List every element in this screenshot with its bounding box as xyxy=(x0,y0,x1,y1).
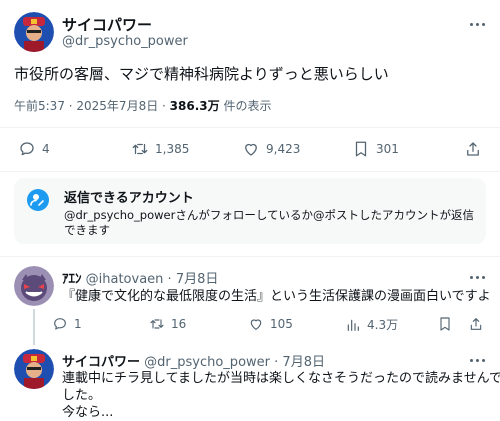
post-meta: 午前5:37 · 2025年7月8日 · 386.3万 件の表示 xyxy=(14,97,271,114)
repost-icon xyxy=(150,319,164,329)
views-count: 4.3万 xyxy=(367,318,399,332)
reply2-text-line: 今なら... xyxy=(62,405,114,420)
reply1-author-name[interactable]: ｱｴﾝ xyxy=(62,272,82,287)
reply2-author-name[interactable]: サイコパワー xyxy=(62,355,140,370)
separator-dot: · xyxy=(167,272,172,287)
reply-restriction-icon xyxy=(27,189,49,211)
heart-icon xyxy=(250,319,262,330)
reply-count: 1 xyxy=(74,317,82,331)
author-name[interactable]: サイコパワー xyxy=(62,14,152,35)
divider xyxy=(0,127,500,128)
more-options-icon[interactable] xyxy=(470,23,485,26)
repost-count: 16 xyxy=(171,317,187,331)
reply2-header: サイコパワー @dr_psycho_power · 7月8日 xyxy=(62,351,325,370)
repost-button[interactable]: 16 xyxy=(149,316,186,332)
reply2-text-line: 連載中にチラ見してましたが当時は楽しくなさそうだったので読みませんで xyxy=(62,371,500,386)
heart-icon xyxy=(245,143,257,156)
reply2-text: 連載中にチラ見してましたが当時は楽しくなさそうだったので読みませんで した。 今… xyxy=(62,370,500,421)
like-button[interactable]: 105 xyxy=(248,316,293,332)
reply1-handle[interactable]: @ihatovaen xyxy=(86,272,164,287)
bar-chart-icon xyxy=(347,319,359,331)
divider xyxy=(0,256,500,257)
more-options-icon[interactable] xyxy=(470,359,485,362)
reply-restriction-title: 返信できるアカウント xyxy=(64,191,194,206)
post-timestamp[interactable]: 午前5:37 · 2025年7月8日 · xyxy=(14,99,170,113)
reply1-header: ｱｴﾝ @ihatovaen · 7月8日 xyxy=(62,268,218,287)
author-handle[interactable]: @dr_psycho_power xyxy=(62,34,188,49)
like-button[interactable]: 9,423 xyxy=(242,140,300,158)
bookmark-button[interactable]: 301 xyxy=(352,140,399,158)
more-options-icon[interactable] xyxy=(470,276,485,279)
reply2-text-line: した。 xyxy=(62,388,102,403)
views-button[interactable]: 4.3万 xyxy=(345,316,398,333)
thread-line xyxy=(33,309,35,345)
like-count: 9,423 xyxy=(266,142,301,156)
view-count: 386.3万 xyxy=(169,99,220,113)
share-icon xyxy=(470,318,482,330)
share-button[interactable] xyxy=(464,140,482,158)
reply-icon xyxy=(54,318,66,330)
like-count: 105 xyxy=(270,317,293,331)
reply1-date[interactable]: 7月8日 xyxy=(176,272,219,287)
post-text: 市役所の客層、マジで精神科病院よりずっと悪いらしい xyxy=(14,65,389,83)
repost-count: 1,385 xyxy=(155,142,190,156)
share-icon xyxy=(467,142,479,156)
bookmark-count: 301 xyxy=(376,142,399,156)
reply2-date[interactable]: 7月8日 xyxy=(282,355,325,370)
reply-icon xyxy=(20,142,34,156)
share-button[interactable] xyxy=(468,316,484,332)
bookmark-icon xyxy=(440,317,450,331)
author-avatar[interactable] xyxy=(14,12,54,52)
reply-restriction-body: @dr_psycho_powerさんがフォローしているか@ポストしたアカウントが… xyxy=(64,208,474,237)
view-count-label: 件の表示 xyxy=(219,99,272,113)
bookmark-icon xyxy=(355,141,367,157)
divider xyxy=(0,171,500,172)
repost-icon xyxy=(132,143,148,155)
reply-button[interactable]: 4 xyxy=(18,140,50,158)
reply2-handle[interactable]: @dr_psycho_power xyxy=(144,355,270,370)
reply-count: 4 xyxy=(42,142,50,156)
reply-avatar[interactable] xyxy=(14,266,54,306)
separator-dot: · xyxy=(274,355,279,370)
bookmark-button[interactable] xyxy=(437,316,453,332)
reply-avatar[interactable] xyxy=(14,349,54,389)
repost-button[interactable]: 1,385 xyxy=(131,140,189,158)
reply1-text: 『健康で文化的な最低限度の生活』という生活保護課の漫画面白いですよ xyxy=(62,289,491,304)
reply-button[interactable]: 1 xyxy=(52,316,82,332)
